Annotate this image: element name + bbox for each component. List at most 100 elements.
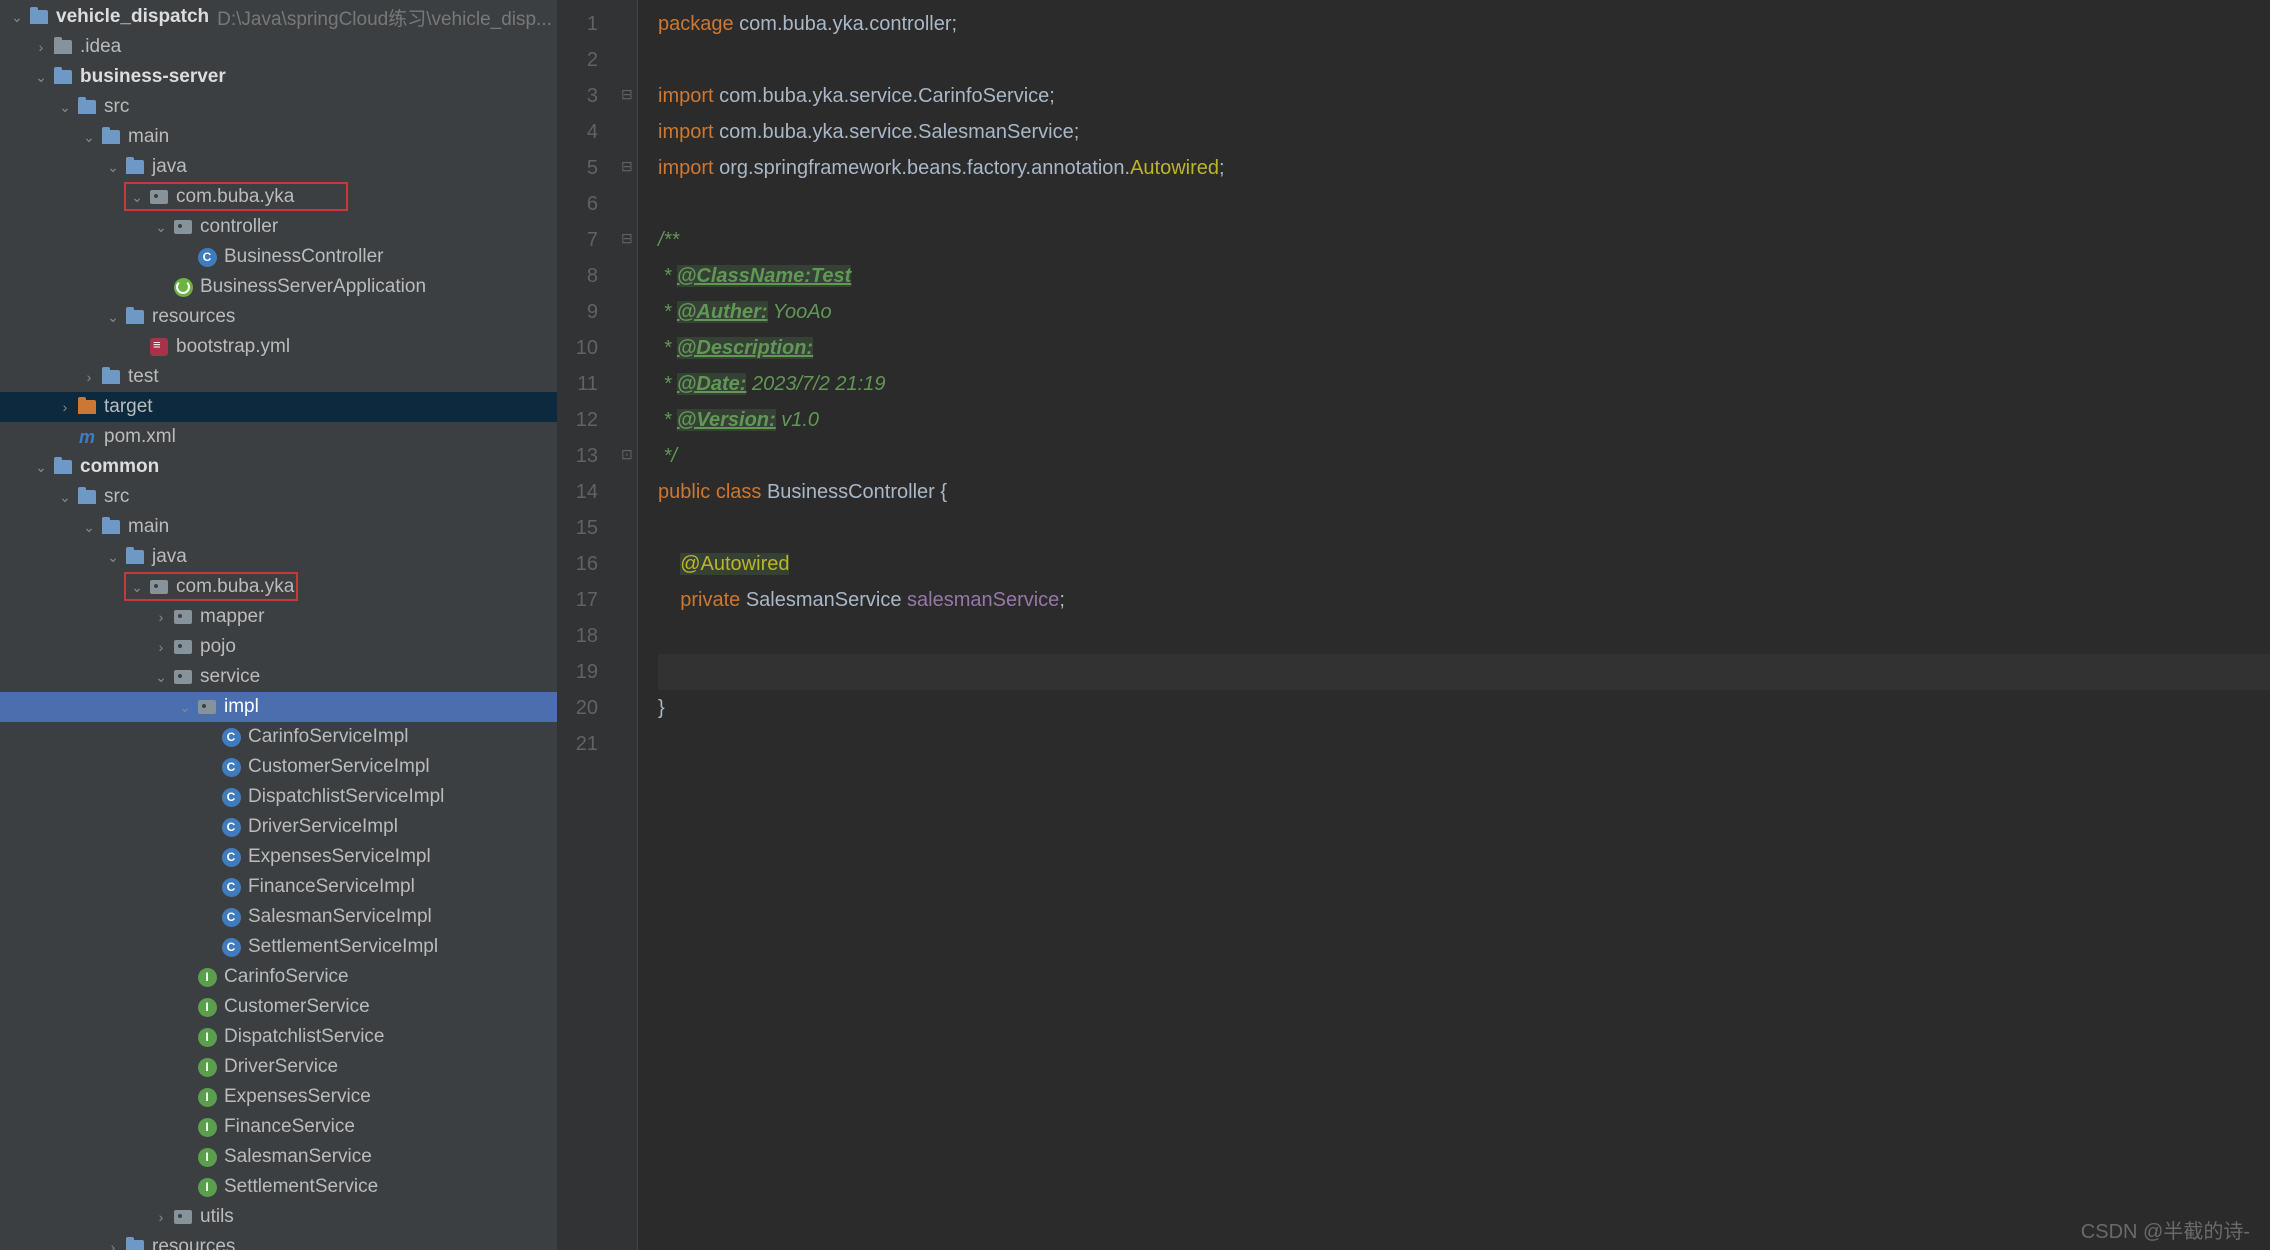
line-number: 4: [558, 114, 598, 150]
line-number: 1: [558, 6, 598, 42]
tree-item[interactable]: DispatchlistServiceImpl: [0, 782, 557, 812]
tree-item[interactable]: FinanceServiceImpl: [0, 872, 557, 902]
code-line[interactable]: public class BusinessController {: [658, 474, 2270, 510]
tree-item[interactable]: CarinfoServiceImpl: [0, 722, 557, 752]
folder-blue-icon: [125, 1237, 145, 1250]
chevron-down-icon: ⌄: [154, 669, 168, 686]
tree-label: impl: [224, 696, 259, 718]
tree-label: DispatchlistService: [224, 1026, 385, 1048]
tree-item[interactable]: ExpensesServiceImpl: [0, 842, 557, 872]
c-info-icon: [221, 907, 241, 927]
tree-root[interactable]: ⌄vehicle_dispatchD:\Java\springCloud练习\v…: [0, 2, 557, 32]
c-int-icon: [197, 1087, 217, 1107]
tree-item[interactable]: pom.xml: [0, 422, 557, 452]
tree-path: D:\Java\springCloud练习\vehicle_disp...: [217, 4, 552, 31]
tree-item[interactable]: ⌄src: [0, 92, 557, 122]
code-line[interactable]: package com.buba.yka.controller;: [658, 6, 2270, 42]
line-number: 14: [558, 474, 598, 510]
code-line[interactable]: * @Date: 2023/7/2 21:19: [658, 366, 2270, 402]
tree-item[interactable]: DriverServiceImpl: [0, 812, 557, 842]
code-line[interactable]: import com.buba.yka.service.SalesmanServ…: [658, 114, 2270, 150]
tree-label: main: [128, 516, 169, 538]
editor-pane: 123456789101112131415161718192021 ⊟⊟⊟⊡ p…: [558, 0, 2270, 1250]
line-number: 13: [558, 438, 598, 474]
tree-item[interactable]: SettlementServiceImpl: [0, 932, 557, 962]
tree-item[interactable]: ⌄controller: [0, 212, 557, 242]
line-number: 6: [558, 186, 598, 222]
tree-label: BusinessController: [224, 246, 383, 268]
tree-item[interactable]: ⌄common: [0, 452, 557, 482]
fold-icon[interactable]: ⊟: [621, 230, 633, 247]
tree-item[interactable]: SettlementService: [0, 1172, 557, 1202]
tree-item[interactable]: BusinessServerApplication: [0, 272, 557, 302]
tree-item[interactable]: SalesmanService: [0, 1142, 557, 1172]
tree-item[interactable]: ⌄business-server: [0, 62, 557, 92]
tree-item[interactable]: ›pojo: [0, 632, 557, 662]
line-number: 11: [558, 366, 598, 402]
tree-item[interactable]: ⌄main: [0, 512, 557, 542]
tree-item[interactable]: CarinfoService: [0, 962, 557, 992]
tree-item[interactable]: ›mapper: [0, 602, 557, 632]
tree-item[interactable]: ⌄java: [0, 152, 557, 182]
tree-item[interactable]: SalesmanServiceImpl: [0, 902, 557, 932]
folder-orange-icon: [77, 397, 97, 417]
c-int-icon: [197, 1027, 217, 1047]
code-line[interactable]: private SalesmanService salesmanService;: [658, 582, 2270, 618]
tree-item[interactable]: CustomerServiceImpl: [0, 752, 557, 782]
code-line[interactable]: [658, 618, 2270, 654]
tree-item[interactable]: ›target: [0, 392, 557, 422]
code-line[interactable]: import com.buba.yka.service.CarinfoServi…: [658, 78, 2270, 114]
tree-item[interactable]: ⌄com.buba.yka: [0, 572, 557, 602]
project-tree: ⌄vehicle_dispatchD:\Java\springCloud练习\v…: [0, 0, 557, 1250]
tree-item[interactable]: ⌄main: [0, 122, 557, 152]
code-area[interactable]: package com.buba.yka.controller; import c…: [638, 0, 2270, 1250]
line-number: 10: [558, 330, 598, 366]
fold-icon[interactable]: ⊟: [621, 86, 633, 103]
code-line[interactable]: */: [658, 438, 2270, 474]
tree-item[interactable]: FinanceService: [0, 1112, 557, 1142]
tree-item[interactable]: ⌄com.buba.yka: [0, 182, 557, 212]
tree-item[interactable]: ⌄src: [0, 482, 557, 512]
tree-item[interactable]: BusinessController: [0, 242, 557, 272]
tree-item[interactable]: DriverService: [0, 1052, 557, 1082]
code-line[interactable]: [658, 510, 2270, 546]
tree-item[interactable]: DispatchlistService: [0, 1022, 557, 1052]
project-sidebar[interactable]: ⌄vehicle_dispatchD:\Java\springCloud练习\v…: [0, 0, 558, 1250]
tree-item[interactable]: ⌄service: [0, 662, 557, 692]
tree-item[interactable]: ⌄impl: [0, 692, 557, 722]
module-icon: [29, 7, 49, 27]
tree-item[interactable]: ExpensesService: [0, 1082, 557, 1112]
code-line[interactable]: [658, 42, 2270, 78]
code-line[interactable]: * @ClassName:Test: [658, 258, 2270, 294]
c-int-icon: [197, 997, 217, 1017]
c-int-icon: [197, 1117, 217, 1137]
code-line[interactable]: /**: [658, 222, 2270, 258]
code-line[interactable]: * @Description:: [658, 330, 2270, 366]
code-line[interactable]: }: [658, 690, 2270, 726]
m-icon: [77, 427, 97, 447]
code-line[interactable]: [658, 654, 2270, 690]
code-line[interactable]: import org.springframework.beans.factory…: [658, 150, 2270, 186]
tree-item[interactable]: ⌄resources: [0, 302, 557, 332]
code-line[interactable]: * @Version: v1.0: [658, 402, 2270, 438]
code-line[interactable]: [658, 726, 2270, 762]
fold-icon[interactable]: ⊡: [621, 446, 633, 463]
chevron-down-icon: ⌄: [106, 549, 120, 566]
code-line[interactable]: [658, 186, 2270, 222]
tree-item[interactable]: ⌄java: [0, 542, 557, 572]
code-line[interactable]: @Autowired: [658, 546, 2270, 582]
tree-label: business-server: [80, 66, 226, 88]
pkg-icon: [173, 667, 193, 687]
tree-label: .idea: [80, 36, 121, 58]
code-line[interactable]: * @Auther: YooAo: [658, 294, 2270, 330]
fold-gutter: ⊟ ⊟ ⊟ ⊡: [618, 0, 638, 1250]
tree-item[interactable]: bootstrap.yml: [0, 332, 557, 362]
tree-item[interactable]: ›test: [0, 362, 557, 392]
fold-icon[interactable]: ⊟: [621, 158, 633, 175]
tree-item[interactable]: ›resources: [0, 1232, 557, 1250]
tree-label: DispatchlistServiceImpl: [248, 786, 444, 808]
tree-item[interactable]: CustomerService: [0, 992, 557, 1022]
line-number: 20: [558, 690, 598, 726]
tree-item[interactable]: ›utils: [0, 1202, 557, 1232]
tree-item[interactable]: ›.idea: [0, 32, 557, 62]
